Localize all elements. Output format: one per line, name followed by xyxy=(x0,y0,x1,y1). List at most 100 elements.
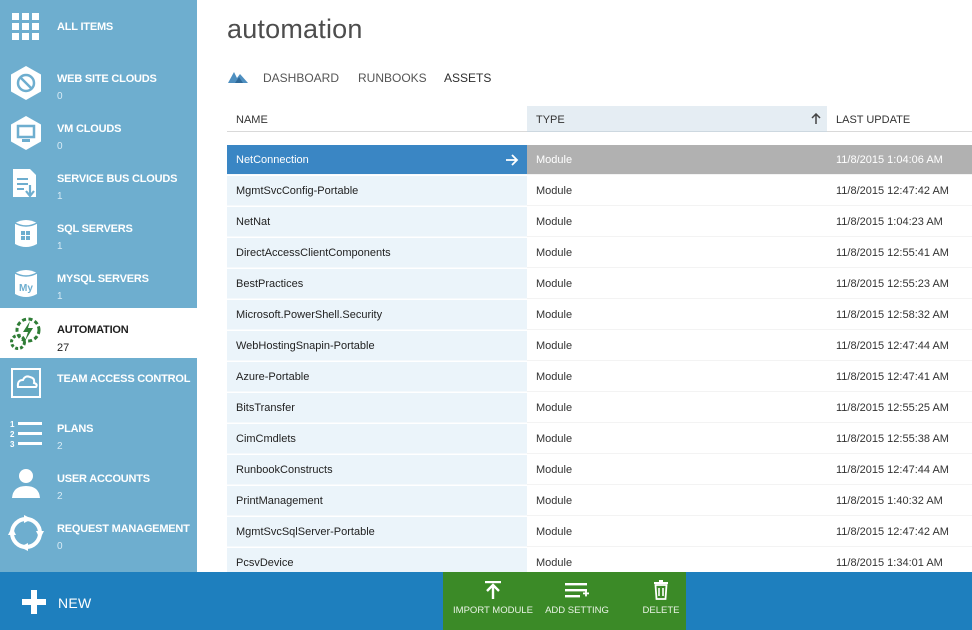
sidebar-item-count: 0 xyxy=(57,91,63,102)
table-row[interactable]: MgmtSvcSqlServer-Portable Module 11/8/2015… xyxy=(227,517,972,547)
sidebar-item-all-items[interactable]: ALL ITEMS xyxy=(0,1,197,51)
mysql-icon: My xyxy=(14,270,38,297)
cell-last-update: 11/8/2015 12:47:42 AM xyxy=(827,176,972,206)
table-header: NAME TYPE LAST UPDATE xyxy=(227,106,972,132)
sidebar-item-service-bus-clouds[interactable]: SERVICE BUS CLOUDS 1 xyxy=(0,157,197,207)
cell-last-update: 11/8/2015 1:04:23 AM xyxy=(827,207,972,237)
table-row[interactable]: RunbookConstructs Module 11/8/2015 12:47:4… xyxy=(227,455,972,485)
upload-icon xyxy=(485,581,501,599)
cell-last-update: 11/8/2015 1:04:06 AM xyxy=(827,145,972,175)
sidebar-item-web-site-clouds[interactable]: WEB SITE CLOUDS 0 xyxy=(0,57,197,107)
cell-type: Module xyxy=(527,269,827,299)
sidebar-item-count: 1 xyxy=(57,241,63,252)
tab-dashboard[interactable]: DASHBOARD xyxy=(263,71,339,85)
sidebar-item-count: 0 xyxy=(57,541,63,552)
cell-last-update: 11/8/2015 12:55:25 AM xyxy=(827,393,972,423)
cell-name: CimCmdlets xyxy=(227,424,527,454)
new-button-label: NEW xyxy=(58,595,92,611)
sidebar-item-label: REQUEST MANAGEMENT xyxy=(57,523,190,535)
sidebar-item-vm-clouds[interactable]: VM CLOUDS 0 xyxy=(0,107,197,157)
sidebar-item-label: SQL SERVERS xyxy=(57,223,133,235)
cell-last-update: 11/8/2015 12:55:38 AM xyxy=(827,424,972,454)
table-row[interactable]: NetNat Module 11/8/2015 1:04:23 AM xyxy=(227,207,972,237)
cell-name: NetConnection xyxy=(227,145,527,175)
table-row[interactable]: CimCmdlets Module 11/8/2015 12:55:38 AM xyxy=(227,424,972,454)
cell-name: WebHostingSnapin-Portable xyxy=(227,331,527,361)
sidebar-item-automation[interactable]: AUTOMATION 27 xyxy=(0,308,197,358)
column-header-name[interactable]: NAME xyxy=(227,106,527,132)
plus-icon xyxy=(22,590,46,614)
delete-button[interactable]: DELETE xyxy=(633,580,689,626)
cell-name: MgmtSvcConfig-Portable xyxy=(227,176,527,206)
cell-name: MgmtSvcSqlServer-Portable xyxy=(227,517,527,547)
table-row[interactable]: DirectAccessClientComponents Module 11/8/2… xyxy=(227,238,972,268)
sidebar-nav: ALL ITEMS WEB SITE CLOUDS 0 VM CLOUDS 0 … xyxy=(0,0,197,572)
sidebar-item-user-accounts[interactable]: USER ACCOUNTS 2 xyxy=(0,457,197,507)
sort-ascending-icon xyxy=(811,113,821,124)
request-management-icon xyxy=(8,515,44,551)
new-button[interactable]: NEW xyxy=(22,590,112,614)
vm-clouds-icon xyxy=(11,116,41,150)
cell-type: Module xyxy=(527,238,827,268)
import-module-button[interactable]: IMPORT MODULE xyxy=(453,580,533,626)
cell-name: PrintManagement xyxy=(227,486,527,516)
add-setting-label: ADD SETTING xyxy=(545,605,609,616)
sidebar-item-count: 1 xyxy=(57,191,63,202)
grid-icon xyxy=(12,13,39,40)
sidebar-item-label: ALL ITEMS xyxy=(57,21,114,33)
cell-last-update: 11/8/2015 12:47:44 AM xyxy=(827,455,972,485)
table-row[interactable]: PrintManagement Module 11/8/2015 1:40:32 A… xyxy=(227,486,972,516)
assets-table: NetConnection Module 11/8/2015 1:04:06 A… xyxy=(227,145,972,572)
tab-assets[interactable]: ASSETS xyxy=(444,71,491,85)
service-bus-icon xyxy=(13,169,36,198)
table-row[interactable]: BestPractices Module 11/8/2015 12:55:23 AM xyxy=(227,269,972,299)
cell-last-update: 11/8/2015 12:47:44 AM xyxy=(827,331,972,361)
arrow-right-icon[interactable] xyxy=(505,153,519,167)
sidebar-item-label: VM CLOUDS xyxy=(57,123,122,135)
web-site-clouds-icon xyxy=(11,66,41,100)
table-row[interactable]: BitsTransfer Module 11/8/2015 12:55:25 AM xyxy=(227,393,972,423)
svg-text:My: My xyxy=(19,283,33,294)
cell-name-text: NetConnection xyxy=(236,154,309,166)
sidebar-item-count: 2 xyxy=(57,491,63,502)
sidebar-item-team-access-control[interactable]: TEAM ACCESS CONTROL xyxy=(0,357,197,407)
table-row[interactable]: PcsvDevice Module 11/8/2015 1:34:01 AM xyxy=(227,548,972,572)
table-row[interactable]: Microsoft.PowerShell.Security Module 11/8/… xyxy=(227,300,972,330)
table-row[interactable]: MgmtSvcConfig-Portable Module 11/8/2015 12… xyxy=(227,176,972,206)
cell-type: Module xyxy=(527,300,827,330)
trash-icon xyxy=(654,580,668,600)
column-header-type-label: TYPE xyxy=(536,114,565,126)
action-group: IMPORT MODULE ADD SETTING DELETE xyxy=(443,572,686,630)
sidebar-item-request-management[interactable]: REQUEST MANAGEMENT 0 xyxy=(0,507,197,557)
cell-last-update: 11/8/2015 12:47:41 AM xyxy=(827,362,972,392)
cell-type: Module xyxy=(527,393,827,423)
sidebar-item-mysql-servers[interactable]: My MYSQL SERVERS 1 xyxy=(0,257,197,307)
cell-last-update: 11/8/2015 1:34:01 AM xyxy=(827,548,972,572)
import-module-label: IMPORT MODULE xyxy=(453,605,533,616)
column-header-type[interactable]: TYPE xyxy=(527,106,827,132)
automation-logo-icon xyxy=(228,72,248,83)
command-bar: NEW IMPORT MODULE ADD SETTING DELETE xyxy=(0,572,972,630)
svg-text:1: 1 xyxy=(10,420,15,429)
cell-name: BitsTransfer xyxy=(227,393,527,423)
column-header-last-update[interactable]: LAST UPDATE xyxy=(827,106,972,132)
cell-type: Module xyxy=(527,486,827,516)
cell-type: Module xyxy=(527,207,827,237)
sidebar-item-plans[interactable]: 123 PLANS 2 xyxy=(0,407,197,457)
svg-text:2: 2 xyxy=(10,430,15,439)
table-row[interactable]: Azure-Portable Module 11/8/2015 12:47:41 A… xyxy=(227,362,972,392)
cell-type: Module xyxy=(527,517,827,547)
plans-icon: 123 xyxy=(10,420,42,449)
cell-name: Azure-Portable xyxy=(227,362,527,392)
sidebar-item-sql-servers[interactable]: SQL SERVERS 1 xyxy=(0,207,197,257)
table-row[interactable]: WebHostingSnapin-Portable Module 11/8/2015… xyxy=(227,331,972,361)
cell-last-update: 11/8/2015 12:55:23 AM xyxy=(827,269,972,299)
tab-runbooks[interactable]: RUNBOOKS xyxy=(358,71,427,85)
cell-name: DirectAccessClientComponents xyxy=(227,238,527,268)
table-row-selected[interactable]: NetConnection Module 11/8/2015 1:04:06 A… xyxy=(227,145,972,175)
sidebar-item-label: WEB SITE CLOUDS xyxy=(57,73,157,85)
cell-last-update: 11/8/2015 12:47:42 AM xyxy=(827,517,972,547)
team-access-icon xyxy=(11,368,41,398)
add-setting-button[interactable]: ADD SETTING xyxy=(539,580,615,626)
cell-type: Module xyxy=(527,362,827,392)
